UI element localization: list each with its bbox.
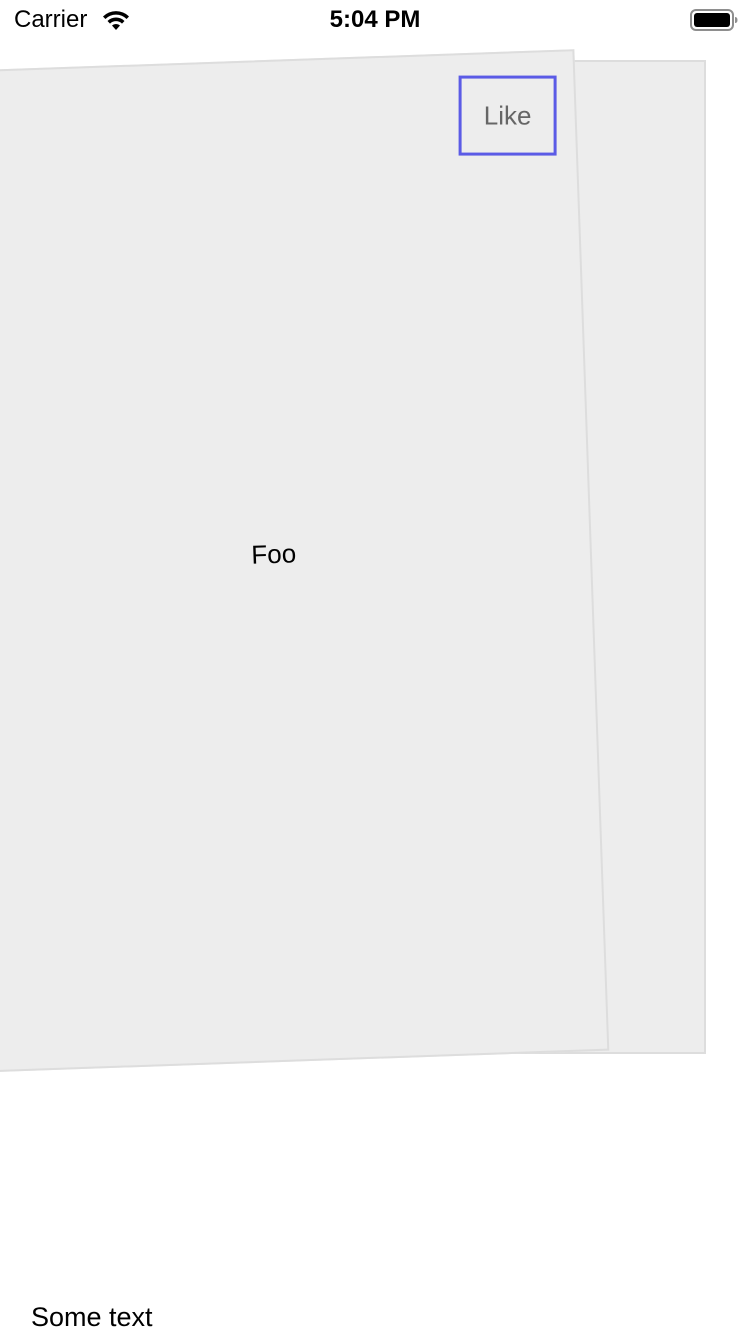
status-bar: Carrier 5:04 PM — [0, 0, 750, 40]
battery-icon — [690, 9, 738, 31]
like-button[interactable]: Like — [458, 75, 557, 156]
footer-text: Some text — [31, 1302, 153, 1332]
screen: Carrier 5:04 PM Like Foo Some text — [0, 0, 750, 1334]
status-time: 5:04 PM — [329, 6, 421, 33]
card-front[interactable]: Like Foo — [0, 49, 610, 1073]
card-text: Foo — [250, 538, 297, 570]
